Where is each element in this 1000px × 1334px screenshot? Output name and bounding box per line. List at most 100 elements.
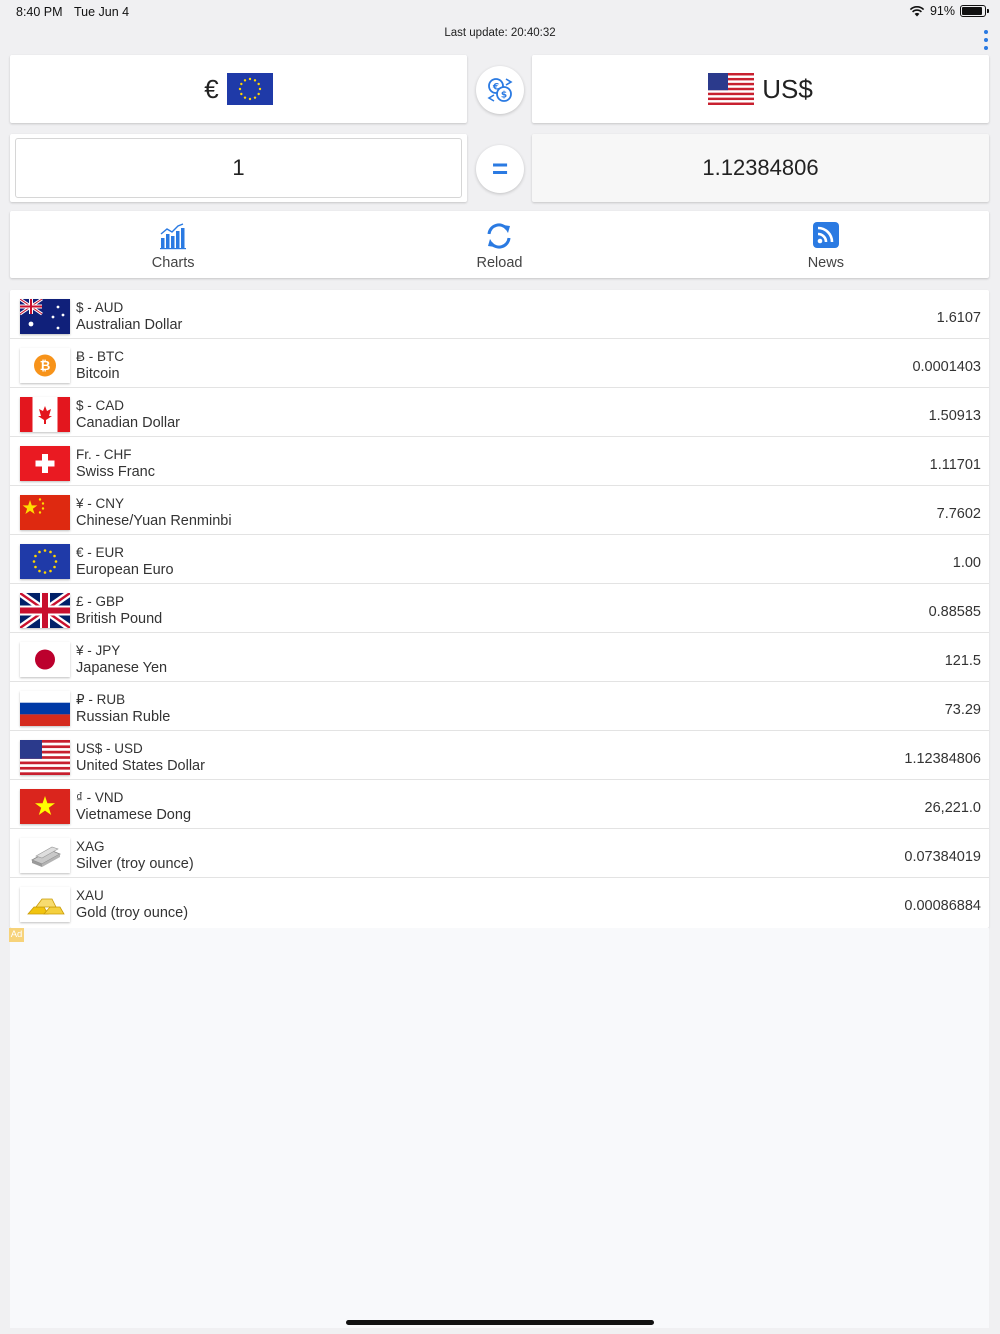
ad-badge: Ad: [9, 928, 24, 942]
currency-rate: 0.07384019: [904, 849, 981, 865]
swap-currencies-button[interactable]: € $: [476, 66, 524, 114]
charts-label: Charts: [151, 255, 195, 271]
currency-row[interactable]: US$ - USD United States Dollar 1.1238480…: [10, 731, 989, 780]
currency-rate: 1.50913: [928, 408, 981, 424]
currency-row[interactable]: XAU Gold (troy ounce) 0.00086884: [10, 878, 989, 927]
status-date: Tue Jun 4: [74, 5, 130, 19]
currency-name: Vietnamese Dong: [76, 807, 192, 823]
gb-flag-icon: [20, 593, 70, 628]
currency-rate: 121.5: [944, 653, 981, 669]
equals-button[interactable]: =: [476, 145, 524, 193]
ru-flag-icon: [20, 691, 70, 726]
currency-name: Russian Ruble: [76, 709, 171, 725]
currency-rate: 1.12384806: [904, 751, 981, 767]
currency-code: ₽ - RUB: [76, 692, 126, 707]
currency-row[interactable]: ¥ - CNY Chinese/Yuan Renminbi 7.7602: [10, 486, 989, 535]
from-currency-symbol: €: [204, 73, 219, 104]
reload-button[interactable]: Reload: [336, 211, 662, 278]
more-options-icon[interactable]: [983, 30, 989, 50]
to-currency-selector[interactable]: US$: [532, 55, 989, 123]
reload-label: Reload: [476, 255, 523, 271]
currency-name: Australian Dollar: [76, 317, 183, 333]
currency-row[interactable]: £ - GBP British Pound 0.88585: [10, 584, 989, 633]
currency-rate: 0.0001403: [912, 359, 981, 375]
cn-flag-icon: [20, 495, 70, 530]
currency-list: $ - AUD Australian Dollar 1.6107 ₿ Ƀ - B…: [10, 290, 989, 928]
status-time: 8:40 PM: [16, 5, 63, 19]
from-currency-selector[interactable]: €: [10, 55, 467, 123]
currency-name: Gold (troy ounce): [76, 905, 189, 921]
us-flag-icon: [708, 73, 755, 105]
currency-name: Swiss Franc: [76, 464, 155, 480]
currency-rate: 7.7602: [936, 506, 981, 522]
ad-area: [10, 928, 989, 1328]
ca-flag-icon: [20, 397, 70, 432]
home-indicator[interactable]: [346, 1320, 654, 1325]
charts-button[interactable]: Charts: [10, 211, 336, 278]
currency-row[interactable]: ₫ - VND Vietnamese Dong 26,221.0: [10, 780, 989, 829]
news-button[interactable]: News: [663, 211, 989, 278]
currency-code: Ƀ - BTC: [76, 349, 125, 364]
currency-name: Japanese Yen: [76, 660, 168, 676]
currency-name: United States Dollar: [76, 758, 205, 774]
currency-row[interactable]: ₿ Ƀ - BTC Bitcoin 0.0001403: [10, 339, 989, 388]
currency-row[interactable]: ₽ - RUB Russian Ruble 73.29: [10, 682, 989, 731]
wifi-icon: [909, 6, 925, 17]
currency-rate: 0.88585: [928, 604, 981, 620]
currency-rate: 1.6107: [936, 310, 981, 326]
us-flag-icon: [20, 740, 70, 775]
status-right: 91%: [909, 4, 989, 18]
ch-flag-icon: [20, 446, 70, 481]
au-flag-icon: [20, 299, 70, 334]
currency-code: $ - CAD: [76, 398, 125, 413]
eu-flag-icon: [226, 73, 273, 105]
currency-name: Chinese/Yuan Renminbi: [76, 513, 232, 529]
currency-code: ¥ - CNY: [76, 496, 125, 511]
battery-icon: [960, 5, 989, 17]
currency-code: US$ - USD: [76, 741, 143, 756]
currency-name: European Euro: [76, 562, 174, 578]
vn-flag-icon: [20, 789, 70, 824]
currency-row[interactable]: € - EUR European Euro 1.00: [10, 535, 989, 584]
eu-flag-icon: [20, 544, 70, 579]
last-update-text: Last update: 20:40:32: [444, 27, 556, 39]
equals-icon: =: [491, 153, 509, 184]
currency-row[interactable]: ¥ - JPY Japanese Yen 121.5: [10, 633, 989, 682]
currency-code: £ - GBP: [76, 594, 125, 609]
currency-row[interactable]: $ - CAD Canadian Dollar 1.50913: [10, 388, 989, 437]
currency-name: British Pound: [76, 611, 163, 627]
currency-row[interactable]: Fr. - CHF Swiss Franc 1.11701: [10, 437, 989, 486]
btc-flag-icon: ₿: [20, 348, 70, 383]
battery-fill: [962, 7, 983, 15]
currency-rate: 26,221.0: [924, 800, 981, 816]
svg-text:$: $: [501, 91, 507, 101]
battery-percent: 91%: [929, 4, 955, 18]
toolbar: Charts Reload News: [10, 211, 989, 278]
currency-name: Silver (troy ounce): [76, 856, 194, 872]
currency-row[interactable]: $ - AUD Australian Dollar 1.6107: [10, 290, 989, 339]
reload-icon: [487, 223, 511, 249]
news-label: News: [807, 255, 844, 271]
swap-icon: € $: [487, 78, 513, 102]
status-bar: 8:40 PM Tue Jun 4 91%: [0, 0, 1000, 24]
chart-icon: [160, 223, 187, 250]
currency-code: XAG: [76, 839, 105, 854]
currency-row[interactable]: XAG Silver (troy ounce) 0.07384019: [10, 829, 989, 878]
currency-code: € - EUR: [76, 545, 125, 560]
amount-input-card[interactable]: [10, 134, 467, 202]
xag-flag-icon: [20, 838, 70, 873]
result-value: 1.12384806: [532, 134, 989, 202]
currency-rate: 1.11701: [929, 457, 981, 473]
svg-text:₿: ₿: [40, 359, 51, 374]
currency-name: Bitcoin: [76, 366, 120, 382]
xau-flag-icon: [20, 887, 70, 922]
currency-rate: 73.29: [944, 702, 981, 718]
currency-name: Canadian Dollar: [76, 415, 180, 431]
amount-input[interactable]: [10, 155, 467, 181]
currency-rate: 1.00: [952, 555, 981, 571]
currency-code: Fr. - CHF: [76, 447, 132, 462]
currency-rate: 0.00086884: [904, 898, 981, 914]
svg-text:€: €: [492, 83, 499, 93]
currency-code: ₫ - VND: [76, 790, 124, 805]
currency-code: ¥ - JPY: [76, 643, 121, 658]
